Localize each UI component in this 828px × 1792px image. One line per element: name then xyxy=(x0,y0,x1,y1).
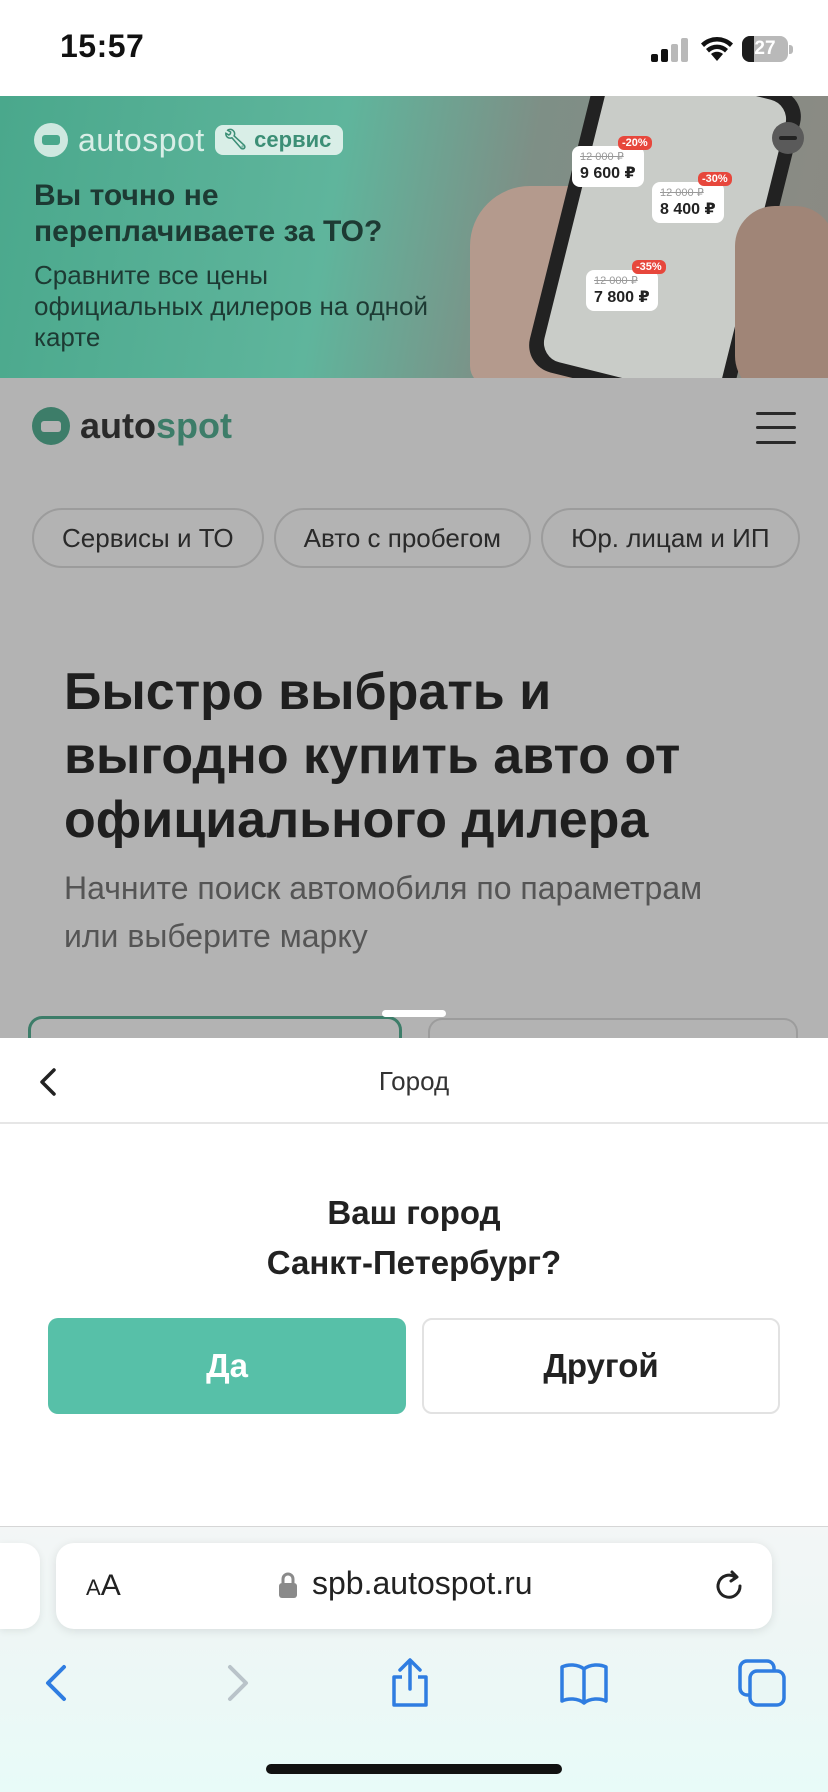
other-city-button[interactable]: Другой xyxy=(422,1318,780,1414)
home-indicator xyxy=(266,1764,562,1774)
site-logo[interactable]: autospot xyxy=(32,405,232,447)
city-question: Ваш город Санкт-Петербург? xyxy=(0,1188,828,1288)
city-question-line2: Санкт-Петербург? xyxy=(266,1244,562,1281)
price-value: 8 400 ₽ xyxy=(660,201,716,218)
sheet-title: Город xyxy=(378,1066,450,1096)
banner-brand: autospot xyxy=(78,121,205,158)
battery-percentage: 27 xyxy=(754,38,776,59)
discount-badge: -30% xyxy=(697,172,732,186)
banner-close-icon[interactable] xyxy=(772,122,804,154)
site-brand: autospot xyxy=(80,405,232,447)
hero-subtitle: Начните поиск автомобиля по параметрам и… xyxy=(64,870,703,954)
chip-services[interactable]: Сервисы и ТО xyxy=(32,508,264,568)
browser-nav-row xyxy=(0,1653,828,1713)
price-value: 9 600 ₽ xyxy=(580,165,636,182)
banner-logo: autospot 🔧︎ сервис xyxy=(34,121,344,158)
discount-badge: -20% xyxy=(617,136,652,150)
reload-icon[interactable] xyxy=(710,1567,748,1605)
price-old: 12 000 ₽ xyxy=(580,151,624,163)
discount-badge: -35% xyxy=(631,260,666,274)
brand-spot: spot xyxy=(156,405,232,446)
share-icon[interactable] xyxy=(380,1653,440,1713)
chip-used-cars[interactable]: Авто с пробегом xyxy=(273,508,532,568)
banner-headline: Вы точно не переплачиваете за ТО? xyxy=(34,179,383,248)
bookmarks-icon[interactable] xyxy=(554,1653,614,1713)
car-logo-icon xyxy=(32,407,70,445)
hamburger-menu-icon[interactable] xyxy=(756,408,796,448)
price-tag: 12 000 ₽ 8 400 ₽ -30% xyxy=(652,172,732,223)
status-time: 15:57 xyxy=(60,28,145,64)
confirm-city-button[interactable]: Да xyxy=(48,1318,406,1414)
car-logo-icon xyxy=(34,123,68,157)
sheet-header: Город xyxy=(0,1038,828,1124)
sheet-grabber[interactable] xyxy=(382,1010,446,1017)
service-badge-label: сервис xyxy=(254,127,332,152)
wrench-icon: 🔧︎ xyxy=(222,129,249,151)
battery-indicator: 27 xyxy=(742,36,793,62)
wifi-icon xyxy=(701,37,733,61)
url-text: spb.autospot.ru xyxy=(312,1565,533,1601)
address-bar[interactable]: AA spb.autospot.ru xyxy=(56,1543,772,1629)
hand-fingers-illustration xyxy=(735,206,828,378)
promo-banner[interactable]: autospot 🔧︎ сервис Вы точно не переплачи… xyxy=(0,96,828,378)
previous-tab-edge[interactable] xyxy=(0,1543,40,1629)
forward-icon[interactable] xyxy=(206,1653,266,1713)
cellular-signal-icon xyxy=(651,38,688,62)
price-old: 12 000 ₽ xyxy=(594,275,638,287)
chip-business[interactable]: Юр. лицам и ИП xyxy=(541,508,800,568)
category-chips: Сервисы и ТО Авто с пробегом Юр. лицам и… xyxy=(32,508,800,568)
back-icon[interactable] xyxy=(28,1653,88,1713)
tabs-icon[interactable] xyxy=(732,1653,792,1713)
lock-icon xyxy=(279,1572,297,1598)
status-bar: 15:57 27 xyxy=(0,0,828,96)
browser-toolbar: AA spb.autospot.ru xyxy=(0,1526,828,1792)
price-value: 7 800 ₽ xyxy=(594,289,650,306)
city-bottom-sheet: Город Ваш город Санкт-Петербург? Да Друг… xyxy=(0,1038,828,1526)
brand-auto: auto xyxy=(80,405,156,446)
text-size-button[interactable]: AA xyxy=(86,1569,121,1603)
price-tag: 12 000 ₽ 7 800 ₽ -35% xyxy=(586,260,666,311)
service-badge: 🔧︎ сервис xyxy=(214,125,344,155)
banner-subline: Сравните все цены официальных дилеров на… xyxy=(34,260,428,352)
page-content-dimmed: autospot Сервисы и ТО Авто с пробегом Юр… xyxy=(0,378,828,1058)
price-tag: 12 000 ₽ 9 600 ₽ -20% xyxy=(572,136,652,187)
price-old: 12 000 ₽ xyxy=(660,187,704,199)
city-question-line1: Ваш город xyxy=(327,1194,501,1231)
hero-title: Быстро выбрать и выгодно купить авто от … xyxy=(64,663,681,849)
